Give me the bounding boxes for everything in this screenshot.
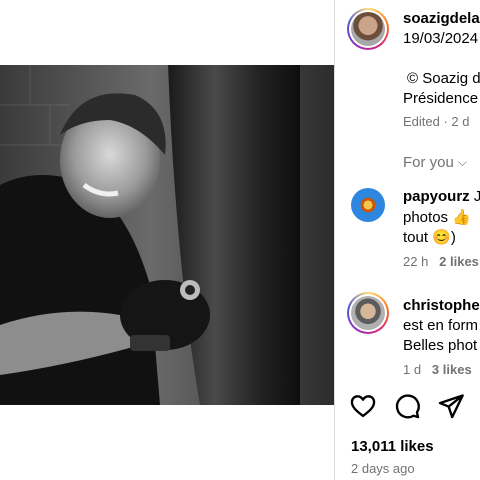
comment-meta: 1 d 3 likes [403,362,472,377]
comment-text: J [473,188,480,205]
caption-edited-meta: Edited · 2 d [403,114,470,129]
post-time-ago: 2 days ago [351,461,415,476]
comment-likes[interactable]: 3 likes [432,362,472,377]
comment-avatar[interactable] [347,292,389,334]
post-media-pane [0,0,334,480]
share-icon[interactable] [437,392,465,420]
comment-likes[interactable]: 2 likes [439,254,479,269]
author-avatar[interactable] [347,8,389,50]
chevron-down-icon: ⌵ [457,155,467,169]
comment-text: photos 👍 [403,209,471,226]
post-sidebar: soazigdela 19/03/2024 © Soazig d Préside… [335,0,480,480]
comment-text: est en form [403,317,479,334]
comment-icon[interactable] [393,392,421,420]
comment-meta: 22 h 2 likes [403,254,479,269]
comment-text: Belles phot [403,337,478,354]
comments-filter-label: For you [403,154,454,171]
post-photo[interactable] [0,65,334,405]
comment-time: 1 d [403,362,422,377]
caption-line-1: © Soazig d [407,70,480,87]
post-actions-bar [335,392,480,424]
likes-count[interactable]: 13,011 likes [351,438,434,455]
comment-line: papyourz J [403,188,480,205]
comment-username[interactable]: christophe [403,297,480,314]
caption-line-2: Présidence [403,90,479,107]
comment-avatar[interactable] [351,188,385,222]
author-username[interactable]: soazigdela [403,10,480,27]
comment-username[interactable]: papyourz [403,188,470,205]
comment-text: tout 😊) [403,229,456,246]
boxing-photo-image [0,65,334,405]
comment-time: 22 h [403,254,429,269]
comments-filter-dropdown[interactable]: For you ⌵ [403,154,467,171]
post-date: 19/03/2024 [403,30,479,47]
heart-icon[interactable] [349,392,377,420]
